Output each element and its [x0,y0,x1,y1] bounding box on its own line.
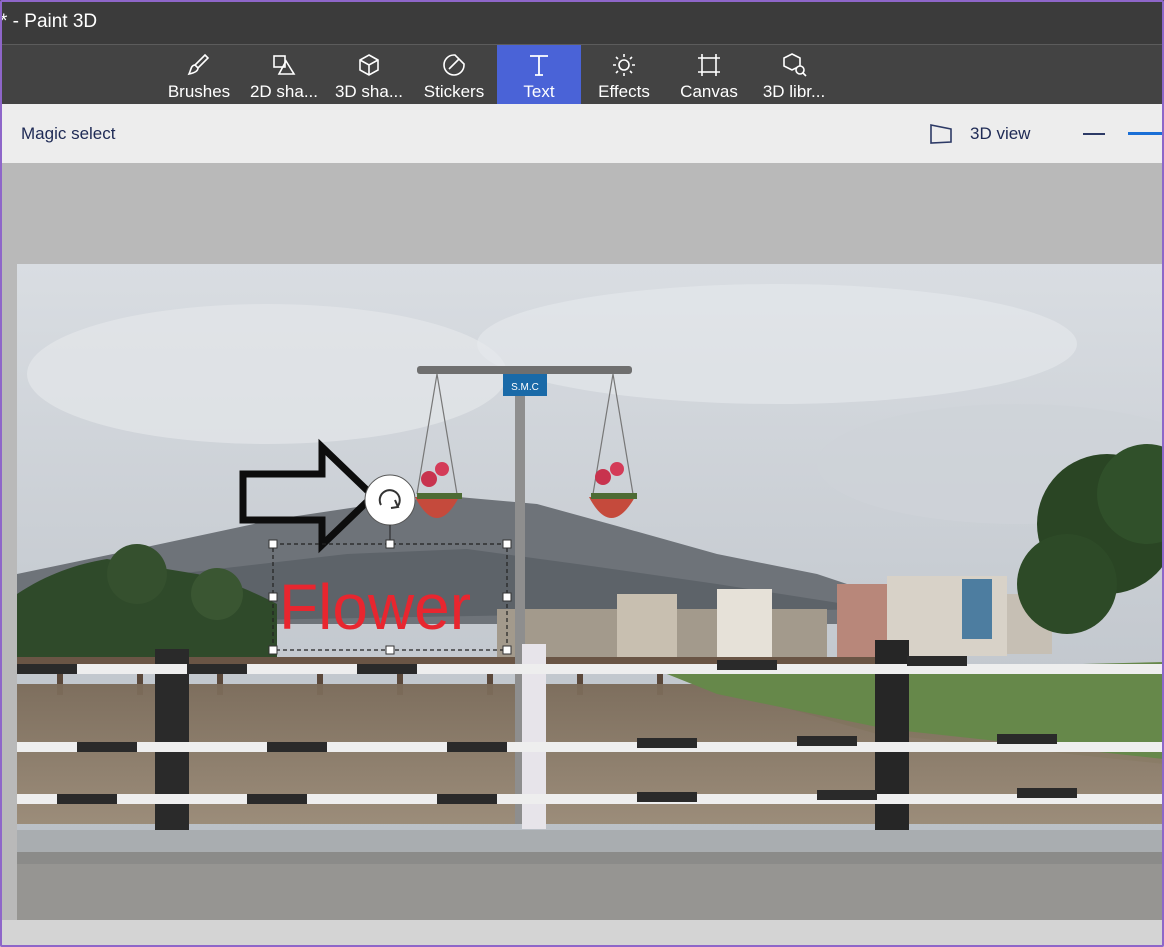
magic-select-button[interactable]: Magic select [21,124,115,144]
tool-3d-shapes[interactable]: 3D sha... [327,44,411,104]
tool-effects[interactable]: Effects [582,44,666,104]
stickers-icon [443,54,465,76]
resize-handle[interactable] [268,645,278,655]
effects-icon [613,54,635,76]
ribbon-divider [0,44,1164,45]
2d-shapes-icon [273,55,296,75]
title-bar: * - Paint 3D [0,0,1164,44]
text-icon [530,55,548,76]
resize-handle[interactable] [385,645,395,655]
tool-brushes[interactable]: Brushes [157,44,241,104]
3d-view-icon[interactable] [928,121,954,147]
tool-stickers-label: Stickers [423,82,485,101]
resize-handle[interactable] [268,592,278,602]
text-box-content[interactable]: Flower [279,571,471,643]
tool-canvas-label: Canvas [680,82,738,101]
pole-sign-text: S.M.C [511,382,539,393]
zoom-out-icon[interactable] [1083,133,1105,135]
canvas-bottom-margin [0,920,1164,947]
rotate-handle[interactable] [364,474,416,526]
tool-2d-shapes-label: 2D sha... [249,82,319,101]
tool-3d-shapes-label: 3D sha... [334,82,404,101]
tool-3d-library[interactable]: 3D libr... [752,44,836,104]
tool-text-label: Text [523,82,555,101]
3d-library-icon [783,53,807,77]
3d-shapes-icon [359,54,379,76]
resize-handle[interactable] [268,539,278,549]
canvas-photo: S.M.C Flower [17,264,1164,920]
tool-canvas[interactable]: Canvas [667,44,751,104]
window-title: * - Paint 3D [0,11,98,32]
tool-brushes-label: Brushes [167,82,231,101]
canvas-icon [698,54,720,76]
brush-icon [187,53,210,76]
resize-handle[interactable] [502,539,512,549]
tool-text[interactable]: Text [497,44,581,104]
zoom-slider[interactable] [1128,132,1164,135]
tool-3d-library-label: 3D libr... [762,82,826,101]
canvas[interactable]: S.M.C Flower [17,264,1164,920]
ribbon: Brushes 2D sha... 3D sha... Stickers Tex… [0,44,1164,104]
resize-handle[interactable] [502,645,512,655]
3d-view-button[interactable]: 3D view [970,124,1030,144]
tool-2d-shapes[interactable]: 2D sha... [242,44,326,104]
resize-handle[interactable] [385,539,395,549]
resize-handle[interactable] [502,592,512,602]
tool-effects-label: Effects [598,82,650,101]
tool-stickers[interactable]: Stickers [412,44,496,104]
